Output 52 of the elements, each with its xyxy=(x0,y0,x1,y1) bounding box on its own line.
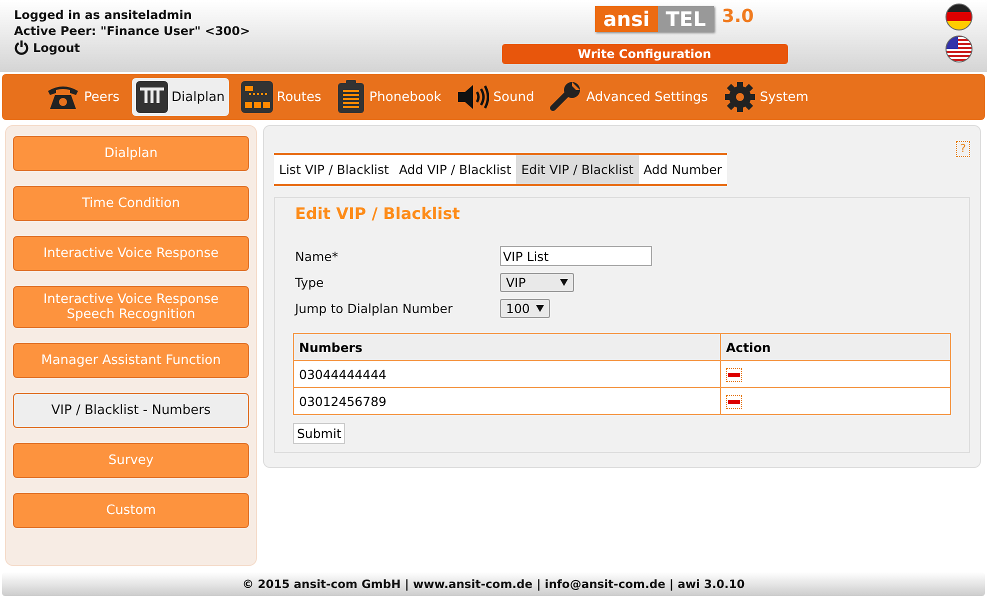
nav-tab[interactable]: Advanced Settings xyxy=(546,78,712,116)
tab[interactable]: List VIP / Blacklist xyxy=(274,155,394,184)
power-icon xyxy=(14,40,29,55)
flag-icon[interactable] xyxy=(945,35,973,63)
sidebar-item[interactable]: Custom xyxy=(13,493,249,528)
speaker-icon xyxy=(457,83,490,111)
caret-icon xyxy=(536,304,544,312)
form-title: Edit VIP / Blacklist xyxy=(295,204,461,223)
version-text: 3.0 xyxy=(722,6,754,27)
dropdown[interactable]: VIP xyxy=(500,272,574,292)
table-cell: 03012456789 xyxy=(294,388,720,414)
field-label: Name* xyxy=(295,248,340,264)
sidebar-item[interactable]: Dialplan xyxy=(13,136,249,171)
logo: ansi TEL xyxy=(595,6,714,32)
table-cell: 03044444444 xyxy=(294,360,720,388)
field-label: Jump to Dialplan Number xyxy=(295,300,454,316)
clipboard-icon xyxy=(337,80,366,114)
login-text: Logged in as ansiteladmin xyxy=(14,8,193,22)
sidebar-item[interactable]: Manager Assistant Function xyxy=(13,343,249,378)
tab[interactable]: Add VIP / Blacklist xyxy=(394,155,516,184)
nav-tab[interactable]: Phonebook xyxy=(333,78,446,116)
tab[interactable]: Edit VIP / Blacklist xyxy=(516,155,639,184)
submit-button[interactable]: Submit xyxy=(293,423,346,444)
flowchart-icon xyxy=(136,81,168,113)
help-icon[interactable]: ? xyxy=(956,141,970,157)
wrench-icon xyxy=(550,81,582,113)
tab[interactable]: Add Number xyxy=(638,155,727,184)
logout-link[interactable]: Logout xyxy=(14,40,344,55)
dropdown[interactable]: 100 xyxy=(500,298,550,318)
field-label: Type xyxy=(295,274,325,290)
sidebar-item[interactable]: Time Condition xyxy=(13,186,249,221)
write-configuration-button[interactable]: Write Configuration xyxy=(502,44,788,64)
gear-icon xyxy=(724,81,756,113)
caret-icon xyxy=(560,278,568,286)
column-header: Action xyxy=(720,334,950,360)
delete-icon[interactable] xyxy=(726,394,742,409)
footer-text: © 2015 ansit-com GmbH | www.ansit-com.de | info@ansit-com.de | awi 3.0.10 xyxy=(242,577,745,591)
active-peer-text: Active Peer: "Finance User" <300> xyxy=(14,24,252,38)
sidebar-item[interactable]: VIP / Blacklist - Numbers xyxy=(13,393,249,428)
nav-tab[interactable]: Sound xyxy=(453,78,538,116)
sidebar-item[interactable]: Survey xyxy=(13,443,249,478)
nav-tab[interactable]: Routes xyxy=(236,78,326,116)
nav-tab[interactable]: System xyxy=(720,78,812,116)
nav-tab[interactable]: Peers xyxy=(42,78,124,116)
sidebar-item[interactable]: Interactive Voice Response Speech Recognition xyxy=(13,286,249,328)
sidebar-item[interactable]: Interactive Voice Response xyxy=(13,236,249,271)
nav-tab[interactable]: Dialplan xyxy=(132,78,229,116)
column-header: Numbers xyxy=(294,334,720,360)
flag-icon[interactable] xyxy=(945,3,973,31)
delete-icon[interactable] xyxy=(726,368,742,382)
input-field[interactable]: VIP List xyxy=(500,246,652,266)
routes-icon xyxy=(240,81,273,113)
